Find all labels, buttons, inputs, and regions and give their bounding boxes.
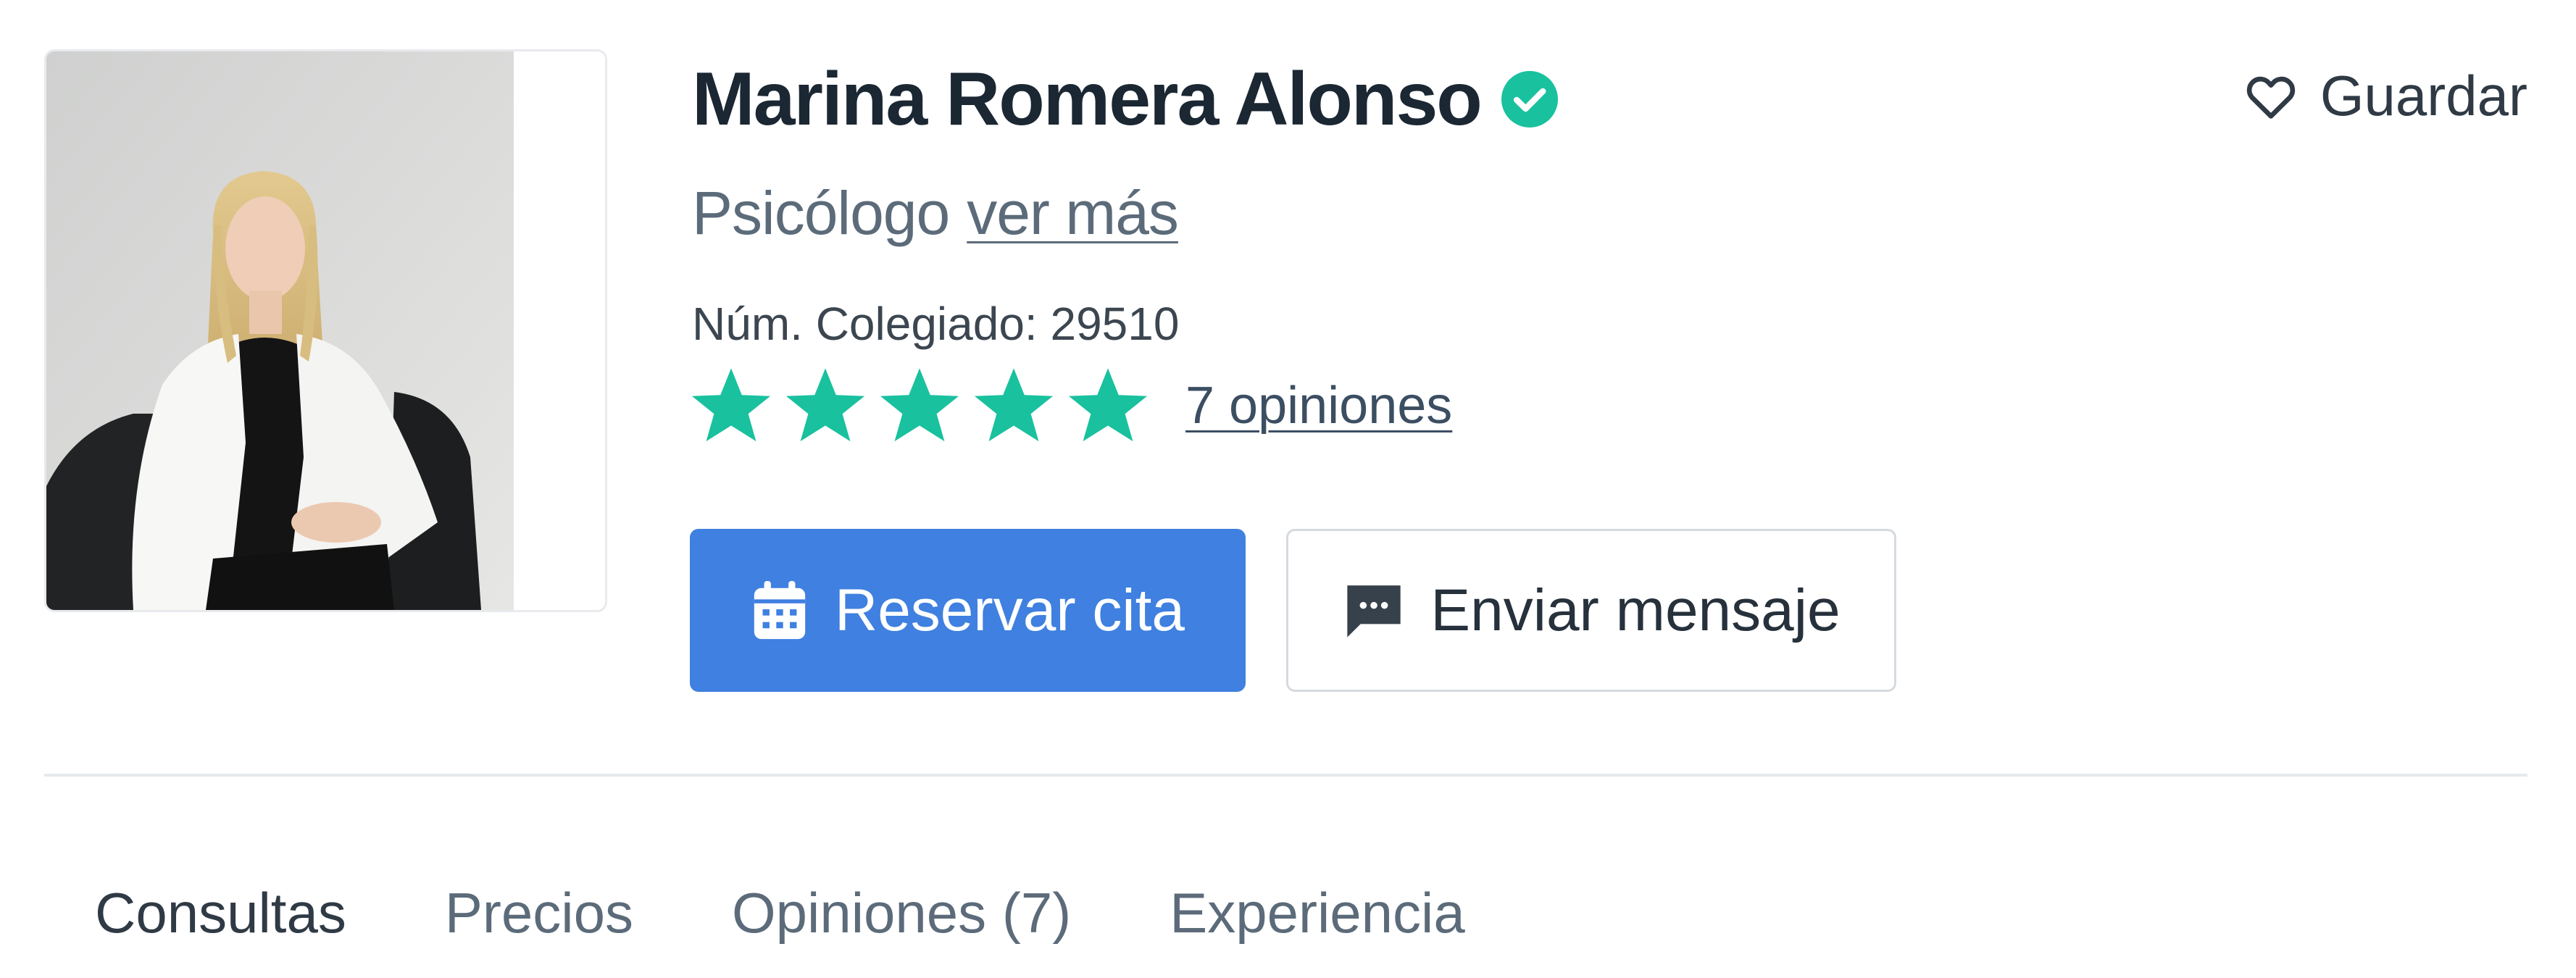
tab-opiniones[interactable]: Opiniones (7) xyxy=(732,880,1071,946)
rating-row: 7 opiniones xyxy=(688,362,1452,449)
specialty-row: Psicólogo ver más xyxy=(692,178,1179,248)
doctor-name: Marina Romera Alonso xyxy=(692,57,1483,141)
chat-bubble-icon xyxy=(1342,579,1406,643)
tab-precios[interactable]: Precios xyxy=(445,880,633,946)
book-appointment-button[interactable]: Reservar cita xyxy=(690,529,1246,692)
star-icon xyxy=(691,368,771,442)
send-message-button[interactable]: Enviar mensaje xyxy=(1286,529,1896,692)
tab-consultas[interactable]: Consultas xyxy=(95,880,346,946)
star-rating xyxy=(688,363,1159,448)
profile-photo-image xyxy=(46,51,605,610)
see-more-link[interactable]: ver más xyxy=(967,179,1179,247)
star-icon xyxy=(1068,368,1148,442)
license-number: Núm. Colegiado: 29510 xyxy=(692,298,1180,350)
book-appointment-label: Reservar cita xyxy=(834,577,1185,643)
heart-icon xyxy=(2242,67,2300,125)
reviews-link[interactable]: 7 opiniones xyxy=(1185,376,1452,435)
calendar-icon xyxy=(751,580,809,642)
doctor-profile-header: Marina Romera Alonso Guardar Psicólogo ve… xyxy=(0,0,2576,978)
star-icon xyxy=(880,368,959,442)
profile-tabs: Consultas Precios Opiniones (7) Experien… xyxy=(95,880,1564,946)
save-button[interactable]: Guardar xyxy=(2242,59,2527,132)
send-message-label: Enviar mensaje xyxy=(1430,577,1841,643)
section-divider xyxy=(44,774,2527,777)
tab-experiencia[interactable]: Experiencia xyxy=(1170,880,1465,946)
specialty: Psicólogo xyxy=(692,179,950,247)
star-icon xyxy=(785,368,865,442)
name-row: Marina Romera Alonso xyxy=(692,52,1558,146)
star-icon xyxy=(974,368,1054,442)
profile-photo[interactable] xyxy=(44,49,607,612)
save-label: Guardar xyxy=(2319,63,2527,128)
verified-check-icon xyxy=(1501,71,1558,128)
